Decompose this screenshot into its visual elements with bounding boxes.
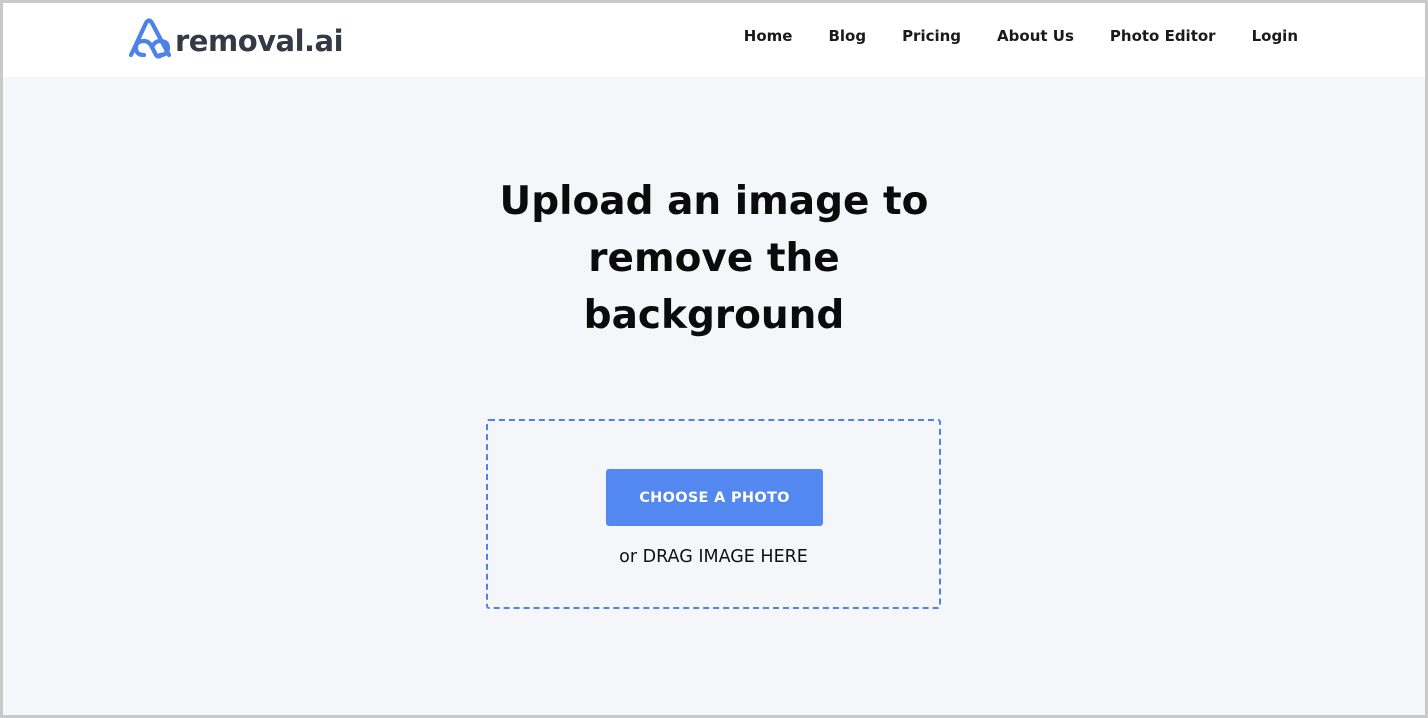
removal-ai-logo-icon [128,18,172,59]
site-logo[interactable]: removal.ai [127,16,344,62]
nav-home-link[interactable]: Home [744,27,793,45]
nav-photo-editor-link[interactable]: Photo Editor [1110,27,1216,45]
browser-frame: removal.ai Home Blog Pricing About Us Ph… [0,0,1428,718]
site-logo-text: removal.ai [175,23,344,58]
nav-blog-link[interactable]: Blog [828,27,866,45]
site-header: removal.ai Home Blog Pricing About Us Ph… [3,3,1425,77]
image-dropzone[interactable]: CHOOSE A PHOTO or DRAG IMAGE HERE [486,419,941,609]
drag-image-hint: or DRAG IMAGE HERE [619,547,808,567]
hero-title-line-3: background [583,293,845,338]
nav-about-us-link[interactable]: About Us [997,27,1074,45]
hero-title-line-1: Upload an image to [499,179,929,224]
choose-photo-button[interactable]: CHOOSE A PHOTO [606,469,823,526]
main-nav: Home Blog Pricing About Us Photo Editor … [708,27,1298,45]
hero-title-line-2: remove the [588,236,840,281]
hero-title: Upload an image to remove the background [3,173,1425,344]
nav-login-link[interactable]: Login [1252,27,1298,45]
nav-pricing-link[interactable]: Pricing [902,27,961,45]
